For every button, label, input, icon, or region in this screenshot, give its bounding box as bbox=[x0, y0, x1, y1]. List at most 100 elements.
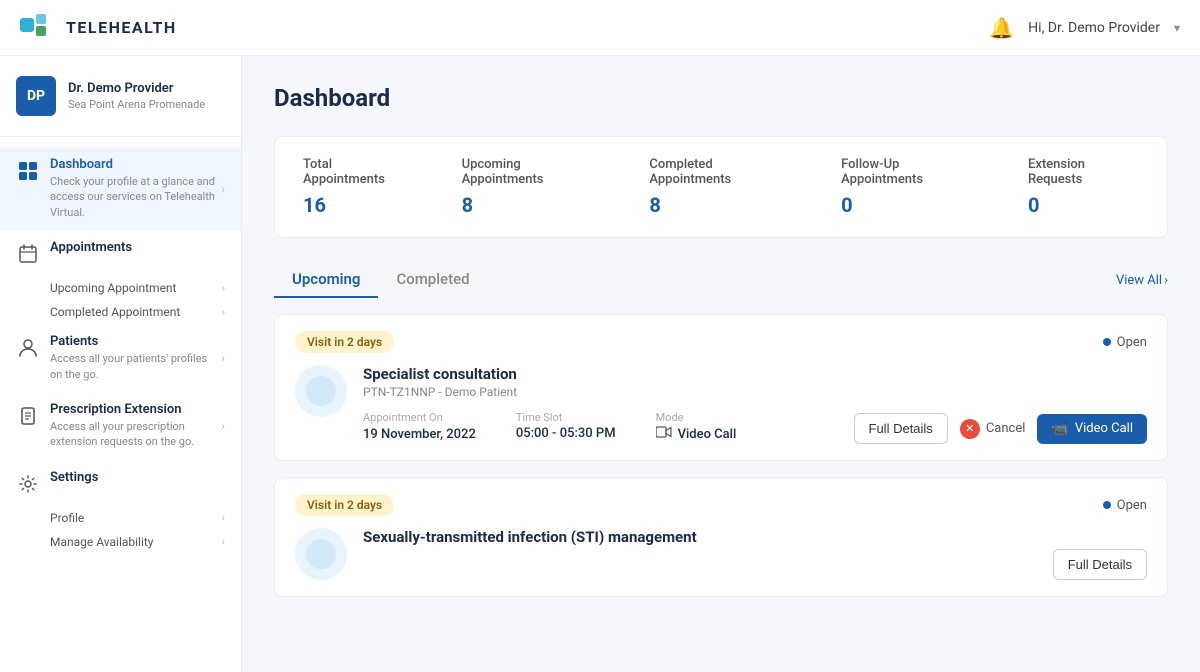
appt-title-1: Sexually-transmitted infection (STI) man… bbox=[363, 528, 1037, 546]
tabs: Upcoming Completed bbox=[274, 262, 488, 298]
status-dot-1 bbox=[1103, 501, 1111, 509]
prescription-label: Prescription Extension bbox=[50, 402, 215, 417]
appt-details-0: Appointment On 19 November, 2022 Time Sl… bbox=[363, 411, 838, 444]
status-label-0: Open bbox=[1117, 335, 1147, 350]
sidebar-subitem-upcoming[interactable]: Upcoming Appointment › bbox=[0, 276, 241, 300]
stat-followup-label: Follow-Up Appointments bbox=[841, 157, 980, 187]
stat-upcoming-label: Upcoming Appointments bbox=[462, 157, 602, 187]
cancel-icon-0: ✕ bbox=[960, 419, 980, 439]
profile-location: Sea Point Arena Promenade bbox=[68, 98, 205, 111]
availability-arrow: › bbox=[222, 535, 225, 548]
stat-followup-value: 0 bbox=[841, 193, 980, 217]
stat-extension-label: Extension Requests bbox=[1028, 157, 1139, 187]
dashboard-label: Dashboard bbox=[50, 157, 215, 172]
appt-date-label-0: Appointment On bbox=[363, 411, 476, 424]
stat-total-label: Total Appointments bbox=[303, 157, 414, 187]
stats-bar: Total Appointments 16 Upcoming Appointme… bbox=[274, 136, 1168, 238]
profile-name: Dr. Demo Provider bbox=[68, 81, 205, 96]
upcoming-appt-arrow: › bbox=[222, 282, 225, 295]
patients-content: Patients Access all your patients' profi… bbox=[50, 334, 215, 382]
stat-completed-value: 8 bbox=[649, 193, 793, 217]
sidebar-item-patients[interactable]: Patients Access all your patients' profi… bbox=[0, 324, 241, 392]
appt-time-group-0: Time Slot 05:00 - 05:30 PM bbox=[516, 411, 616, 444]
sidebar-subitem-completed[interactable]: Completed Appointment › bbox=[0, 300, 241, 324]
video-call-button-0[interactable]: 📹 Video Call bbox=[1037, 414, 1147, 444]
appt-time-value-0: 05:00 - 05:30 PM bbox=[516, 426, 616, 441]
nav-greeting: Hi, Dr. Demo Provider bbox=[1028, 20, 1160, 36]
upcoming-appt-label: Upcoming Appointment bbox=[50, 281, 177, 295]
patients-desc: Access all your patients' profiles on th… bbox=[50, 351, 215, 382]
appt-type-icon-1: 🩺 bbox=[295, 528, 347, 580]
cancel-button-0[interactable]: ✕ Cancel bbox=[960, 419, 1026, 439]
profile-info: Dr. Demo Provider Sea Point Arena Promen… bbox=[68, 81, 205, 111]
stat-extension-value: 0 bbox=[1028, 193, 1139, 217]
sidebar-subitem-availability[interactable]: Manage Availability › bbox=[0, 530, 241, 554]
sidebar: DP Dr. Demo Provider Sea Point Arena Pro… bbox=[0, 56, 242, 672]
chevron-down-icon: ▾ bbox=[1174, 21, 1180, 35]
appt-info-1: Sexually-transmitted infection (STI) man… bbox=[363, 528, 1037, 548]
prescription-icon bbox=[16, 404, 40, 428]
tab-upcoming[interactable]: Upcoming bbox=[274, 262, 378, 298]
appt-body-0: 🩺 Specialist consultation PTN-TZ1NNP - D… bbox=[295, 365, 1147, 444]
appt-actions-0: Full Details ✕ Cancel 📹 Video Call bbox=[854, 413, 1147, 444]
full-details-button-1[interactable]: Full Details bbox=[1053, 549, 1147, 580]
logo-icon bbox=[20, 14, 56, 42]
appt-mode-label-0: Mode bbox=[656, 411, 737, 424]
availability-label: Manage Availability bbox=[50, 535, 153, 549]
stat-upcoming: Upcoming Appointments 8 bbox=[462, 157, 602, 217]
view-all-button[interactable]: View All › bbox=[1116, 273, 1168, 288]
visit-badge-0: Visit in 2 days bbox=[295, 331, 394, 353]
view-all-arrow: › bbox=[1164, 273, 1168, 288]
status-open-1: Open bbox=[1103, 498, 1147, 513]
prescription-content: Prescription Extension Access all your p… bbox=[50, 402, 215, 450]
tabs-row: Upcoming Completed View All › bbox=[274, 262, 1168, 298]
logo-area: TELEHEALTH bbox=[20, 14, 177, 42]
appointment-card-0: Visit in 2 days Open 🩺 Specialist consul… bbox=[274, 314, 1168, 461]
dashboard-content: Dashboard Check your profile at a glance… bbox=[50, 157, 215, 220]
patients-label: Patients bbox=[50, 334, 215, 349]
completed-appt-arrow: › bbox=[222, 306, 225, 319]
avatar: DP bbox=[16, 76, 56, 116]
appointment-card-1: Visit in 2 days Open 🩺 Sexually-transmit… bbox=[274, 477, 1168, 597]
dashboard-arrow: › bbox=[221, 182, 225, 196]
status-label-1: Open bbox=[1117, 498, 1147, 513]
cancel-label-0: Cancel bbox=[986, 421, 1026, 436]
sidebar-profile: DP Dr. Demo Provider Sea Point Arena Pro… bbox=[0, 56, 241, 137]
full-details-button-0[interactable]: Full Details bbox=[854, 413, 948, 444]
bell-icon[interactable]: 🔔 bbox=[989, 16, 1014, 40]
tab-completed[interactable]: Completed bbox=[378, 262, 487, 298]
appointments-icon bbox=[16, 242, 40, 266]
prescription-desc: Access all your prescription extension r… bbox=[50, 419, 215, 450]
sidebar-nav: Dashboard Check your profile at a glance… bbox=[0, 137, 241, 564]
completed-appt-label: Completed Appointment bbox=[50, 305, 180, 319]
app-name: TELEHEALTH bbox=[66, 18, 177, 37]
sidebar-item-settings[interactable]: Settings bbox=[0, 460, 241, 506]
nav-user[interactable]: 🔔 Hi, Dr. Demo Provider ▾ bbox=[989, 16, 1180, 40]
settings-label: Settings bbox=[50, 470, 225, 485]
stat-followup: Follow-Up Appointments 0 bbox=[841, 157, 980, 217]
sidebar-item-dashboard[interactable]: Dashboard Check your profile at a glance… bbox=[0, 147, 241, 230]
appt-title-0: Specialist consultation bbox=[363, 365, 838, 383]
appt-mode-value-0: Video Call bbox=[656, 426, 737, 442]
profile-arrow: › bbox=[222, 511, 225, 524]
mode-text-0: Video Call bbox=[678, 427, 737, 442]
main-content: Dashboard Total Appointments 16 Upcoming… bbox=[242, 56, 1200, 672]
appt-patient-0: PTN-TZ1NNP - Demo Patient bbox=[363, 385, 838, 399]
appt-mode-group-0: Mode Video Call bbox=[656, 411, 737, 444]
appt-time-label-0: Time Slot bbox=[516, 411, 616, 424]
stat-extension: Extension Requests 0 bbox=[1028, 157, 1139, 217]
stat-total-value: 16 bbox=[303, 193, 414, 217]
view-all-label: View All bbox=[1116, 273, 1162, 288]
sidebar-item-appointments[interactable]: Appointments bbox=[0, 230, 241, 276]
page-title: Dashboard bbox=[274, 84, 1168, 112]
settings-content: Settings bbox=[50, 470, 225, 485]
appointments-label: Appointments bbox=[50, 240, 225, 255]
sidebar-item-prescription[interactable]: Prescription Extension Access all your p… bbox=[0, 392, 241, 460]
appt-header-1: Visit in 2 days Open bbox=[295, 494, 1147, 516]
stat-completed-label: Completed Appointments bbox=[649, 157, 793, 187]
appt-info-0: Specialist consultation PTN-TZ1NNP - Dem… bbox=[363, 365, 838, 444]
status-dot-0 bbox=[1103, 338, 1111, 346]
dashboard-desc: Check your profile at a glance and acces… bbox=[50, 174, 215, 220]
sidebar-subitem-profile[interactable]: Profile › bbox=[0, 506, 241, 530]
main-layout: DP Dr. Demo Provider Sea Point Arena Pro… bbox=[0, 56, 1200, 672]
